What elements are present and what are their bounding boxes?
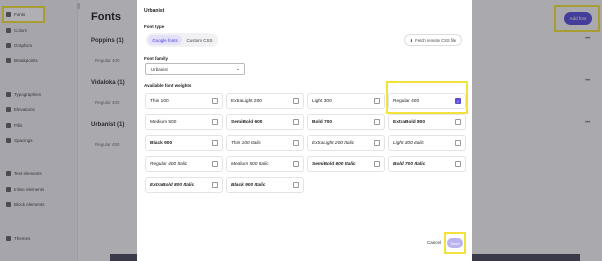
- weight-checkbox[interactable]: [374, 98, 380, 104]
- weight-option[interactable]: Thin 100: [145, 93, 223, 109]
- font-family-label: Font family: [144, 56, 169, 61]
- download-icon: ⬇: [409, 37, 414, 43]
- weight-checkbox[interactable]: [293, 140, 299, 146]
- weight-checkbox[interactable]: [374, 140, 380, 146]
- weight-checkbox[interactable]: [293, 161, 299, 167]
- tab-google-fonts[interactable]: Google fonts: [148, 35, 182, 45]
- weight-option[interactable]: ExtraLight 200 Italic: [307, 135, 385, 151]
- weight-option[interactable]: Thin 100 Italic: [226, 135, 304, 151]
- chevron-down-icon: ⌄: [235, 66, 240, 72]
- weight-checkbox[interactable]: [212, 161, 218, 167]
- weight-checkbox[interactable]: [293, 98, 299, 104]
- weight-option[interactable]: Medium 500 Italic: [226, 156, 304, 172]
- weight-checkbox[interactable]: [455, 119, 461, 125]
- weight-checkbox[interactable]: [455, 161, 461, 167]
- weight-option[interactable]: Light 300 Italic: [388, 135, 466, 151]
- weight-option[interactable]: SemiBold 600: [226, 114, 304, 130]
- weight-checkbox[interactable]: [293, 182, 299, 188]
- weight-checkbox[interactable]: [212, 140, 218, 146]
- weight-option[interactable]: ExtraBold 800: [388, 114, 466, 130]
- save-button[interactable]: Save: [447, 238, 463, 248]
- weight-checkbox[interactable]: [212, 98, 218, 104]
- regular-400-highlight: [386, 81, 468, 114]
- weight-checkbox[interactable]: [374, 119, 380, 125]
- weights-label: Available font weights: [144, 83, 192, 88]
- font-type-toggle: Google fonts Custom CSS: [146, 33, 218, 47]
- weight-option[interactable]: ExtraBold 800 Italic: [145, 177, 223, 193]
- weight-checkbox[interactable]: [374, 161, 380, 167]
- fetch-remote-css-button[interactable]: ⬇ Fetch remote CSS file: [404, 34, 462, 46]
- font-modal: Urbanist Font type Google fonts Custom C…: [137, 0, 472, 261]
- weight-option[interactable]: Bold 700 Italic: [388, 156, 466, 172]
- font-family-select[interactable]: Urbanist ⌄: [145, 63, 245, 75]
- font-type-label: Font type: [144, 24, 165, 29]
- weight-option[interactable]: Black 900: [145, 135, 223, 151]
- weight-option[interactable]: ExtraLight 200: [226, 93, 304, 109]
- weight-checkbox[interactable]: [212, 182, 218, 188]
- weight-checkbox[interactable]: [293, 119, 299, 125]
- weight-option[interactable]: Medium 500: [145, 114, 223, 130]
- weight-checkbox[interactable]: [212, 119, 218, 125]
- weight-option[interactable]: Regular 400 Italic: [145, 156, 223, 172]
- weight-option[interactable]: Bold 700: [307, 114, 385, 130]
- modal-title: Urbanist: [144, 8, 165, 14]
- tab-custom-css[interactable]: Custom CSS: [183, 35, 216, 45]
- weight-option[interactable]: Light 300: [307, 93, 385, 109]
- weight-option[interactable]: SemiBold 600 Italic: [307, 156, 385, 172]
- cancel-button[interactable]: Cancel: [427, 240, 441, 245]
- weight-option[interactable]: Black 900 Italic: [226, 177, 304, 193]
- weight-checkbox[interactable]: [455, 140, 461, 146]
